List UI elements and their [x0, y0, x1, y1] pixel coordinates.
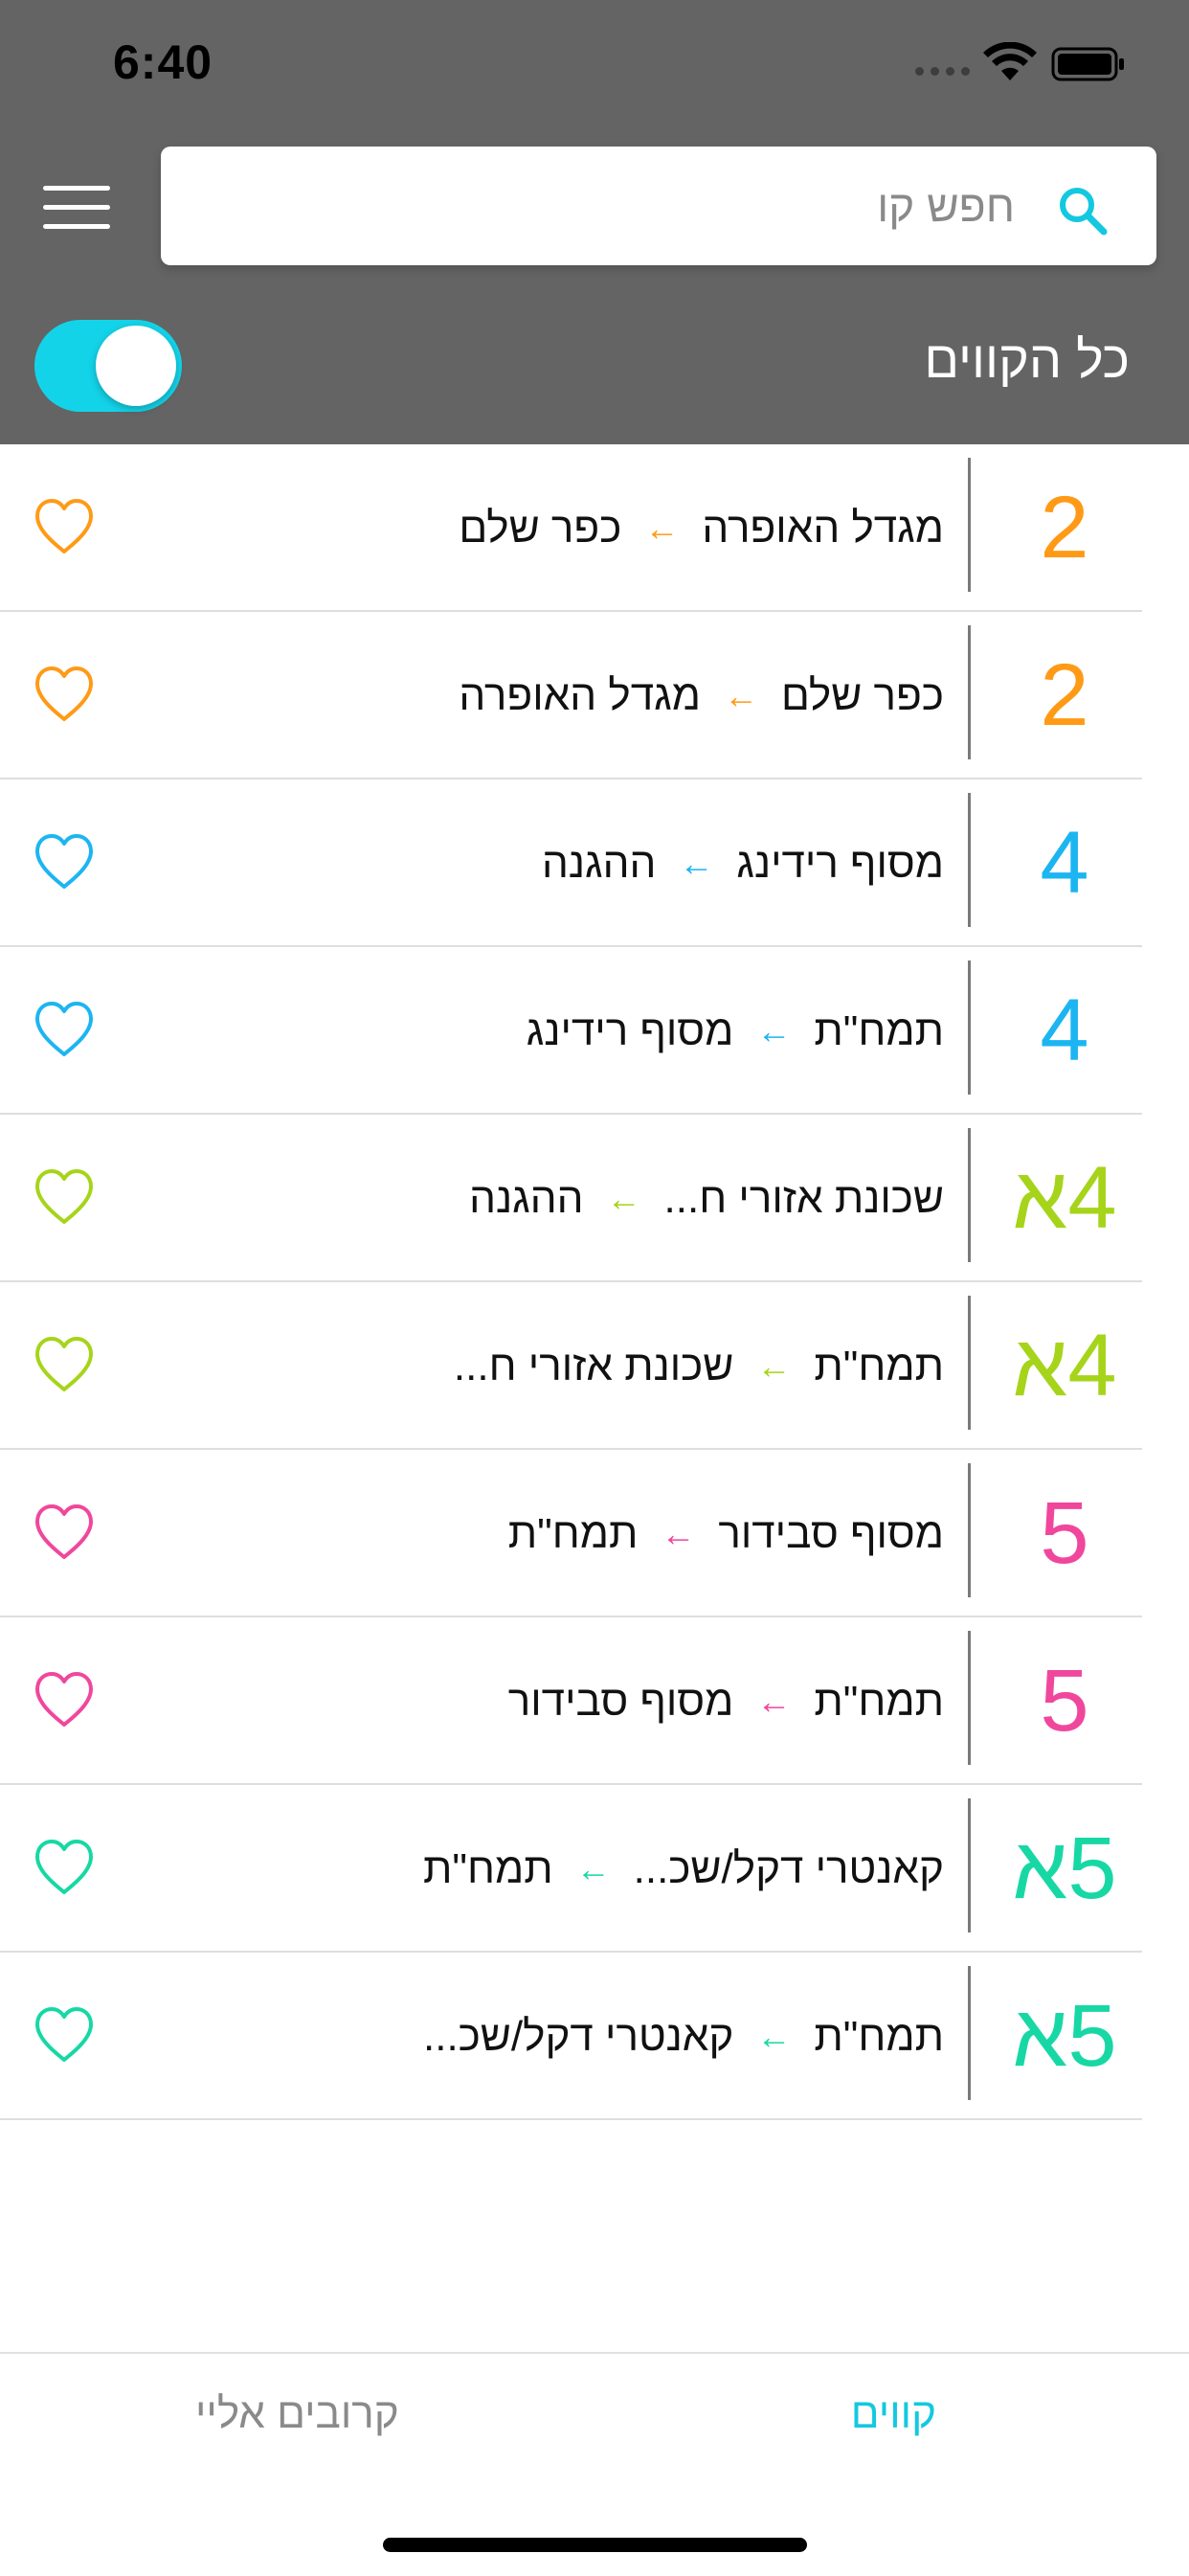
route-to: ההגנה — [469, 1174, 584, 1222]
row-divider — [968, 1798, 971, 1932]
line-row[interactable]: 5 מסוף סבידור ← תמח"ת — [0, 1450, 1189, 1617]
route-to: ההגנה — [541, 839, 657, 887]
all-lines-toggle[interactable] — [34, 320, 182, 412]
route: מסוף סבידור ← תמח"ת — [508, 1450, 944, 1617]
arrow-icon: ← — [661, 1513, 696, 1553]
line-row[interactable]: 4 מסוף רידינג ← ההגנה — [0, 780, 1189, 947]
route-to: מסוף סבידור — [507, 1677, 734, 1725]
route: קאנטרי דקל/שכ... ← תמח"ת — [423, 1785, 944, 1953]
line-row[interactable]: 5א תמח"ת ← קאנטרי דקל/שכ... — [0, 1953, 1189, 2120]
route-to: מגדל האופרה — [459, 671, 701, 719]
all-lines-label: כל הקווים — [924, 331, 1130, 389]
menu-button[interactable] — [38, 182, 115, 234]
row-separator — [0, 2118, 1142, 2120]
line-number: 4 — [1040, 814, 1089, 912]
route-to: שכונת אזורי ח... — [453, 1342, 734, 1390]
arrow-icon: ← — [644, 508, 680, 548]
route-to: תמח"ת — [423, 1844, 553, 1892]
row-divider — [968, 1128, 971, 1262]
route: מגדל האופרה ← כפר שלם — [459, 444, 944, 612]
route-to: כפר שלם — [459, 504, 622, 552]
route-from: מסוף סבידור — [718, 1509, 944, 1557]
line-number: 5א — [1012, 1987, 1117, 2085]
favorite-heart-icon[interactable] — [33, 1837, 96, 1900]
arrow-icon: ← — [606, 1178, 641, 1218]
header: 6:40 כל הקווים — [0, 0, 1189, 444]
row-divider — [968, 1966, 971, 2100]
route-to: קאנטרי דקל/שכ... — [423, 2012, 734, 2060]
route: תמח"ת ← מסוף סבידור — [508, 1617, 944, 1785]
route-from: קאנטרי דקל/שכ... — [633, 1844, 944, 1892]
route: כפר שלם ← מגדל האופרה — [459, 612, 944, 780]
arrow-icon: ← — [575, 1848, 611, 1888]
route-from: תמח"ת — [814, 2012, 944, 2060]
favorite-heart-icon[interactable] — [33, 2004, 96, 2068]
favorite-heart-icon[interactable] — [33, 999, 96, 1062]
favorite-heart-icon[interactable] — [33, 496, 96, 559]
arrow-icon: ← — [723, 675, 758, 715]
route: שכונת אזורי ח... ← ההגנה — [469, 1115, 944, 1282]
arrow-icon: ← — [756, 1681, 792, 1721]
row-divider — [968, 625, 971, 759]
favorite-heart-icon[interactable] — [33, 1166, 96, 1230]
toggle-knob — [96, 326, 176, 406]
route-from: תמח"ת — [814, 1342, 944, 1390]
arrow-icon: ← — [756, 1010, 792, 1051]
route-to: תמח"ת — [507, 1509, 639, 1557]
tab-bar: קווים קרובים אליי — [0, 2352, 1189, 2576]
favorite-heart-icon[interactable] — [33, 1334, 96, 1397]
wifi-icon — [983, 42, 1037, 80]
route: תמח"ת ← שכונת אזורי ח... — [454, 1282, 944, 1450]
line-number: 5 — [1040, 1484, 1089, 1582]
arrow-icon: ← — [756, 1345, 792, 1386]
line-row[interactable]: 4א שכונת אזורי ח... ← ההגנה — [0, 1115, 1189, 1282]
arrow-icon: ← — [679, 843, 714, 883]
route-from: מגדל האופרה — [702, 504, 944, 552]
line-number: 2 — [1040, 646, 1089, 744]
search-input[interactable] — [230, 147, 1015, 265]
line-number: 4א — [1012, 1317, 1117, 1414]
route: תמח"ת ← מסוף רידינג — [527, 947, 944, 1115]
favorite-heart-icon[interactable] — [33, 831, 96, 894]
battery-icon — [1051, 47, 1124, 81]
row-divider — [968, 1463, 971, 1597]
route-from: מסוף רידינג — [736, 839, 944, 887]
line-number: 5א — [1012, 1819, 1117, 1917]
tab-lines[interactable]: קווים — [851, 2390, 936, 2438]
line-row[interactable]: 5 תמח"ת ← מסוף סבידור — [0, 1617, 1189, 1785]
line-row[interactable]: 4 תמח"ת ← מסוף רידינג — [0, 947, 1189, 1115]
status-time: 6:40 — [113, 35, 213, 89]
line-row[interactable]: 5א קאנטרי דקל/שכ... ← תמח"ת — [0, 1785, 1189, 1953]
favorite-heart-icon[interactable] — [33, 664, 96, 727]
line-number: 4א — [1012, 1149, 1117, 1247]
search-bar[interactable] — [161, 147, 1156, 265]
tab-nearby[interactable]: קרובים אליי — [195, 2390, 399, 2438]
line-number: 5 — [1040, 1652, 1089, 1750]
route: תמח"ת ← קאנטרי דקל/שכ... — [423, 1953, 944, 2120]
row-divider — [968, 960, 971, 1095]
route-from: כפר שלם — [780, 671, 944, 719]
favorite-heart-icon[interactable] — [33, 1502, 96, 1565]
favorite-heart-icon[interactable] — [33, 1669, 96, 1732]
row-divider — [968, 458, 971, 592]
line-number: 4 — [1040, 982, 1089, 1079]
cellular-signal-icon — [915, 67, 970, 76]
route-from: תמח"ת — [814, 1677, 944, 1725]
home-indicator — [383, 2538, 807, 2552]
row-divider — [968, 1296, 971, 1430]
row-divider — [968, 793, 971, 927]
line-row[interactable]: 2 מגדל האופרה ← כפר שלם — [0, 444, 1189, 612]
route-from: שכונת אזורי ח... — [663, 1174, 944, 1222]
line-number: 2 — [1040, 479, 1089, 576]
line-row[interactable]: 4א תמח"ת ← שכונת אזורי ח... — [0, 1282, 1189, 1450]
route-from: תמח"ת — [814, 1006, 944, 1054]
line-row[interactable]: 2 כפר שלם ← מגדל האופרה — [0, 612, 1189, 780]
route: מסוף רידינג ← ההגנה — [542, 780, 944, 947]
arrow-icon: ← — [756, 2016, 792, 2056]
search-icon[interactable] — [1057, 185, 1109, 237]
row-divider — [968, 1631, 971, 1765]
route-to: מסוף רידינג — [526, 1006, 734, 1054]
lines-list: 2 מגדל האופרה ← כפר שלם 2 כפר שלם ← מגדל האופרה… — [0, 444, 1189, 2120]
